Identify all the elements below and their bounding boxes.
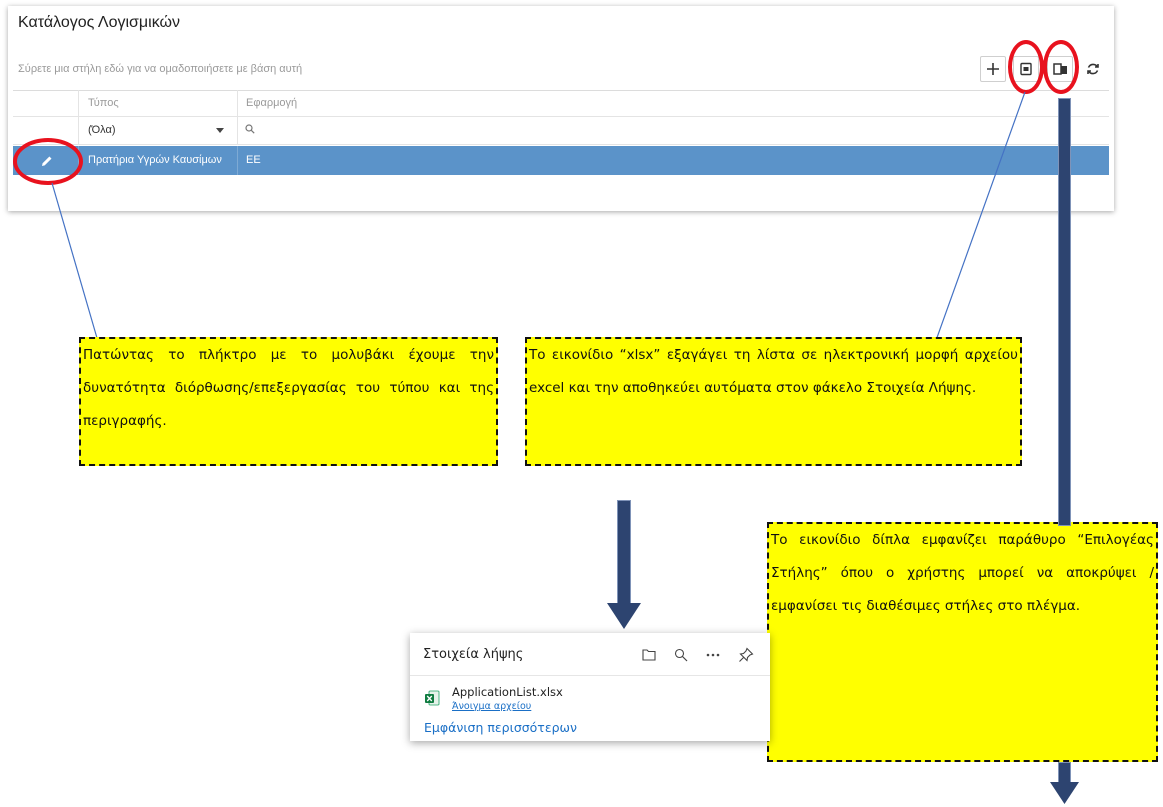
divider — [410, 675, 770, 676]
callout-export: Το εικονίδιο “xlsx” εξαγάγει τη λίστα σε… — [525, 337, 1022, 466]
arrow-down-icon — [1050, 782, 1079, 804]
download-arrow-shaft — [617, 500, 631, 605]
more-icon[interactable] — [706, 653, 720, 657]
callout-edit: Πατώντας το πλήκτρο με το μολυβάκι έχουμ… — [79, 337, 498, 466]
downloads-title: Στοιχεία λήψης — [423, 647, 524, 662]
folder-icon[interactable] — [642, 648, 656, 661]
callout-column-chooser: Το εικονίδιο δίπλα εμφανίζει παράθυρο “Ε… — [767, 522, 1158, 762]
pin-icon[interactable] — [738, 647, 754, 663]
open-file-link[interactable]: Άνοιγμα αρχείου — [452, 701, 531, 712]
downloads-panel: Στοιχεία λήψης ApplicationList.xlsx Άνοι… — [410, 633, 770, 741]
download-file-name[interactable]: ApplicationList.xlsx — [452, 685, 563, 699]
edit-connector-line — [51, 182, 98, 339]
show-more-link[interactable]: Εμφάνιση περισσότερων — [424, 720, 577, 735]
column-chooser-arrow-shaft — [1058, 98, 1071, 526]
excel-file-icon — [424, 690, 440, 706]
search-icon[interactable] — [674, 648, 688, 662]
column-chooser-arrow-tail — [1058, 762, 1071, 784]
arrow-down-icon — [607, 603, 641, 629]
